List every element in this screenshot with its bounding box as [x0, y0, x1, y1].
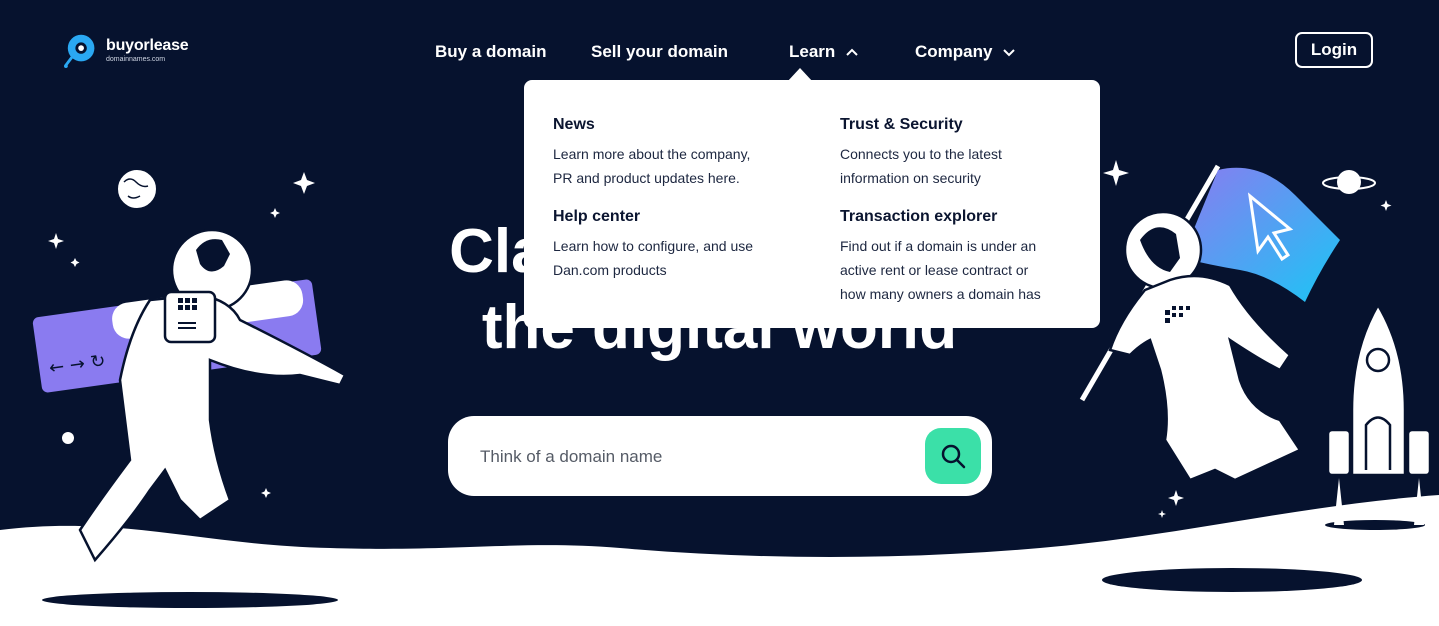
chevron-up-icon [846, 48, 859, 56]
nav-label: Company [915, 42, 993, 61]
menu-item-title: Trust & Security [840, 116, 963, 133]
search-icon [941, 444, 966, 469]
chevron-down-icon [1003, 49, 1016, 57]
nav-sell-domain[interactable]: Sell your domain [591, 42, 728, 62]
menu-item-title: Help center [553, 208, 641, 225]
menu-item-news[interactable]: News Learn more about the company, PR an… [553, 116, 803, 190]
menu-item-transaction-explorer[interactable]: Transaction explorer Find out if a domai… [840, 208, 1090, 306]
search-button[interactable] [925, 428, 981, 484]
nav-label: Sell your domain [591, 42, 728, 61]
nav-company[interactable]: Company [915, 42, 1016, 62]
nav-learn[interactable]: Learn [789, 42, 859, 62]
logo-subtitle: domainnames.com [106, 55, 166, 63]
domain-search-input[interactable] [478, 440, 922, 474]
menu-item-help-center[interactable]: Help center Learn how to configure, and … [553, 208, 803, 282]
learn-dropdown: News Learn more about the company, PR an… [524, 80, 1100, 328]
menu-item-description: Learn more about the company, PR and pro… [553, 146, 751, 186]
menu-item-description: Learn how to configure, and use Dan.com … [553, 238, 754, 278]
nav-label: Buy a domain [435, 42, 547, 61]
domain-search [448, 416, 992, 496]
logo-name: buyorlease [106, 36, 189, 54]
menu-item-title: News [553, 116, 595, 133]
login-button[interactable]: Login [1295, 32, 1373, 68]
nav-label: Learn [789, 42, 836, 61]
logo-icon [64, 34, 95, 69]
menu-item-description: Find out if a domain is under an active … [840, 238, 1041, 302]
menu-item-title: Transaction explorer [840, 208, 998, 225]
menu-item-trust-security[interactable]: Trust & Security Connects you to the lat… [840, 116, 1090, 190]
brand-logo[interactable]: buyorlease domainnames.com [64, 30, 189, 70]
menu-item-description: Connects you to the latest information o… [840, 146, 1002, 186]
nav-buy-domain[interactable]: Buy a domain [435, 42, 546, 62]
